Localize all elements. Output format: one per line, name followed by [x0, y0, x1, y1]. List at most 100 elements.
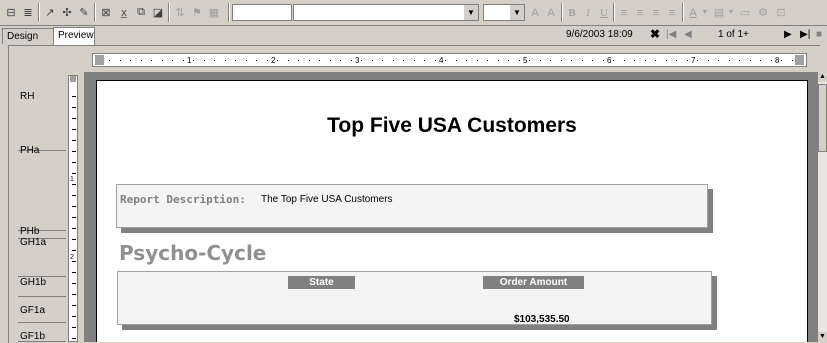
- section-gh1b[interactable]: GH1b: [18, 277, 66, 297]
- chevron-down-icon[interactable]: ▼: [509, 5, 524, 20]
- ruler-tick: [613, 60, 614, 61]
- ruler-grip-left[interactable]: [95, 55, 104, 65]
- next-page-icon[interactable]: ▶: [784, 29, 792, 40]
- ruler-tick: [561, 60, 562, 61]
- preview-canvas: Top Five USA Customers Report Descriptio…: [84, 72, 817, 342]
- section-pha[interactable]: PHa: [18, 145, 66, 231]
- formula-icon[interactable]: x̲: [116, 4, 132, 21]
- ruler-tick: [792, 60, 793, 61]
- stop-icon[interactable]: ■: [816, 29, 822, 40]
- lock-size-icon[interactable]: ⊡: [774, 4, 788, 21]
- ruler-tick: [540, 60, 541, 61]
- vruler-number: 1: [70, 176, 74, 183]
- insert-map-icon[interactable]: ✣: [59, 4, 75, 21]
- ruler-tick: [204, 60, 205, 61]
- prev-page-icon[interactable]: ◀: [684, 29, 692, 40]
- shrink-font-icon[interactable]: A: [544, 4, 558, 21]
- ruler-tick: [288, 60, 289, 61]
- order-amount-value[interactable]: $103,535.50: [514, 314, 570, 325]
- font-color-icon[interactable]: A: [686, 4, 700, 21]
- report-description-box[interactable]: Report Description: The Top Five USA Cus…: [116, 184, 708, 228]
- ruler-tick: [687, 60, 688, 61]
- chevron-down-icon[interactable]: ▼: [700, 4, 710, 21]
- ruler-tick: [456, 60, 457, 61]
- first-page-icon[interactable]: |◀: [666, 29, 676, 40]
- ruler-grip-top[interactable]: [70, 76, 76, 82]
- ruler-tick: [72, 140, 76, 141]
- group-icon[interactable]: ◪: [150, 4, 166, 21]
- tab-preview[interactable]: Preview: [53, 27, 95, 45]
- chevron-down-icon[interactable]: ▼: [463, 5, 478, 20]
- ruler-tick: [72, 129, 76, 130]
- chevron-down-icon[interactable]: ▼: [726, 4, 736, 21]
- ruler-tick: [414, 60, 415, 61]
- border-icon[interactable]: ▤: [712, 4, 726, 21]
- ruler-grip-right[interactable]: [795, 55, 804, 65]
- topn-icon[interactable]: ⚑: [189, 4, 205, 21]
- align-right-icon[interactable]: ≡: [649, 4, 663, 21]
- scroll-up-icon[interactable]: ▲: [818, 72, 827, 82]
- column-header-order-amount[interactable]: Order Amount: [483, 276, 584, 289]
- report-title[interactable]: Top Five USA Customers: [97, 114, 807, 138]
- lock-format-icon[interactable]: ⚙: [756, 4, 770, 21]
- insert-summary-icon[interactable]: ≣: [20, 4, 36, 21]
- ruler-tick: [498, 60, 499, 61]
- bold-button[interactable]: B: [565, 4, 579, 21]
- format-icon[interactable]: ▦: [206, 4, 222, 21]
- tab-design[interactable]: Design: [2, 28, 54, 44]
- ruler-tick: [256, 60, 257, 61]
- sort-icon[interactable]: ⇅: [172, 4, 188, 21]
- ruler-tick: [424, 60, 425, 61]
- group-box[interactable]: State Order Amount $103,535.50: [117, 271, 712, 325]
- group-name[interactable]: Psycho-Cycle: [119, 241, 266, 265]
- style-combo[interactable]: [232, 4, 292, 21]
- insert-ole-icon[interactable]: ✎: [76, 4, 92, 21]
- ruler-tick: [676, 60, 677, 61]
- ruler-tick: [466, 60, 467, 61]
- size-combo[interactable]: ▼: [483, 4, 525, 21]
- vruler-number: 2: [70, 254, 74, 261]
- select-expert-icon[interactable]: ⊠: [98, 4, 114, 21]
- subreport-icon[interactable]: ⧉: [133, 4, 149, 21]
- insert-chart-icon[interactable]: ↗: [42, 4, 58, 21]
- ruler-tick: [645, 60, 646, 61]
- close-preview-icon[interactable]: ✖: [650, 27, 660, 41]
- suppress-icon[interactable]: ▭: [738, 4, 752, 21]
- ruler-tick: [708, 60, 709, 61]
- ruler-tick: [72, 96, 76, 97]
- ruler-tick: [235, 60, 236, 61]
- ruler-tick: [550, 60, 551, 61]
- align-left-icon[interactable]: ≡: [617, 4, 631, 21]
- ruler-tick: [582, 60, 583, 61]
- underline-button[interactable]: U: [597, 4, 611, 21]
- preview-datetime: 9/6/2003 18:09: [566, 29, 633, 40]
- section-rh[interactable]: RH: [18, 91, 66, 151]
- grow-font-icon[interactable]: A: [528, 4, 542, 21]
- ruler-tick: [72, 327, 76, 328]
- ruler-tick: [72, 316, 76, 317]
- toolbar-separator: [38, 3, 40, 22]
- ruler-tick: [508, 60, 509, 61]
- section-gh1a[interactable]: GH1a: [18, 237, 66, 277]
- ruler-tick: [72, 250, 76, 251]
- ruler-tick: [771, 60, 772, 61]
- section-gf1b[interactable]: GF1b: [18, 331, 66, 342]
- align-justify-icon[interactable]: ≡: [665, 4, 679, 21]
- section-gf1a[interactable]: GF1a: [18, 305, 66, 323]
- vertical-scrollbar[interactable]: ▲ ▼: [817, 72, 827, 342]
- italic-button[interactable]: I: [581, 4, 595, 21]
- insert-field-icon[interactable]: ⊟: [3, 4, 19, 21]
- ruler-tick: [729, 60, 730, 61]
- column-header-state[interactable]: State: [288, 276, 355, 289]
- align-center-icon[interactable]: ≡: [633, 4, 647, 21]
- section-labels: RH PHa PHb GH1a GH1b GF1a GF1b: [18, 75, 68, 342]
- ruler-tick: [435, 60, 436, 61]
- font-combo[interactable]: ▼: [293, 4, 479, 21]
- scrollbar-thumb[interactable]: [818, 84, 827, 152]
- ruler-tick: [72, 206, 76, 207]
- scroll-down-icon[interactable]: ▼: [818, 332, 827, 342]
- ruler-tick: [214, 60, 215, 61]
- ruler-tick: [319, 60, 320, 61]
- ruler-number: 6: [607, 56, 612, 65]
- last-page-icon[interactable]: ▶|: [800, 29, 810, 40]
